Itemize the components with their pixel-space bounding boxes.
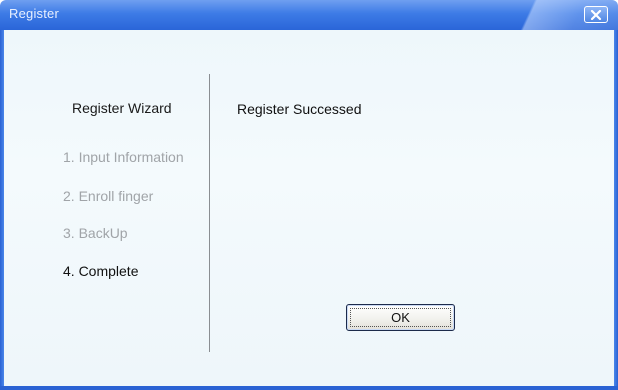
- close-button[interactable]: [584, 6, 608, 23]
- title-bar[interactable]: Register: [0, 0, 618, 30]
- window-frame-right: [614, 30, 618, 390]
- vertical-divider: [209, 74, 210, 352]
- wizard-title: Register Wizard: [72, 100, 172, 116]
- register-dialog: Register Register Wizard 1. Input Inform…: [0, 0, 618, 390]
- wizard-step-enroll-finger: 2. Enroll finger: [63, 188, 154, 204]
- wizard-step-input-information: 1. Input Information: [63, 149, 184, 165]
- window-title: Register: [9, 6, 60, 21]
- focus-rectangle: [350, 308, 451, 327]
- close-icon: [590, 9, 602, 20]
- wizard-step-complete: 4. Complete: [63, 263, 139, 279]
- ok-button[interactable]: OK: [346, 304, 455, 331]
- window-frame-bottom: [0, 386, 618, 390]
- dialog-body: Register Wizard 1. Input Information 2. …: [4, 30, 614, 386]
- wizard-step-backup: 3. BackUp: [63, 225, 128, 241]
- status-message: Register Successed: [237, 101, 362, 117]
